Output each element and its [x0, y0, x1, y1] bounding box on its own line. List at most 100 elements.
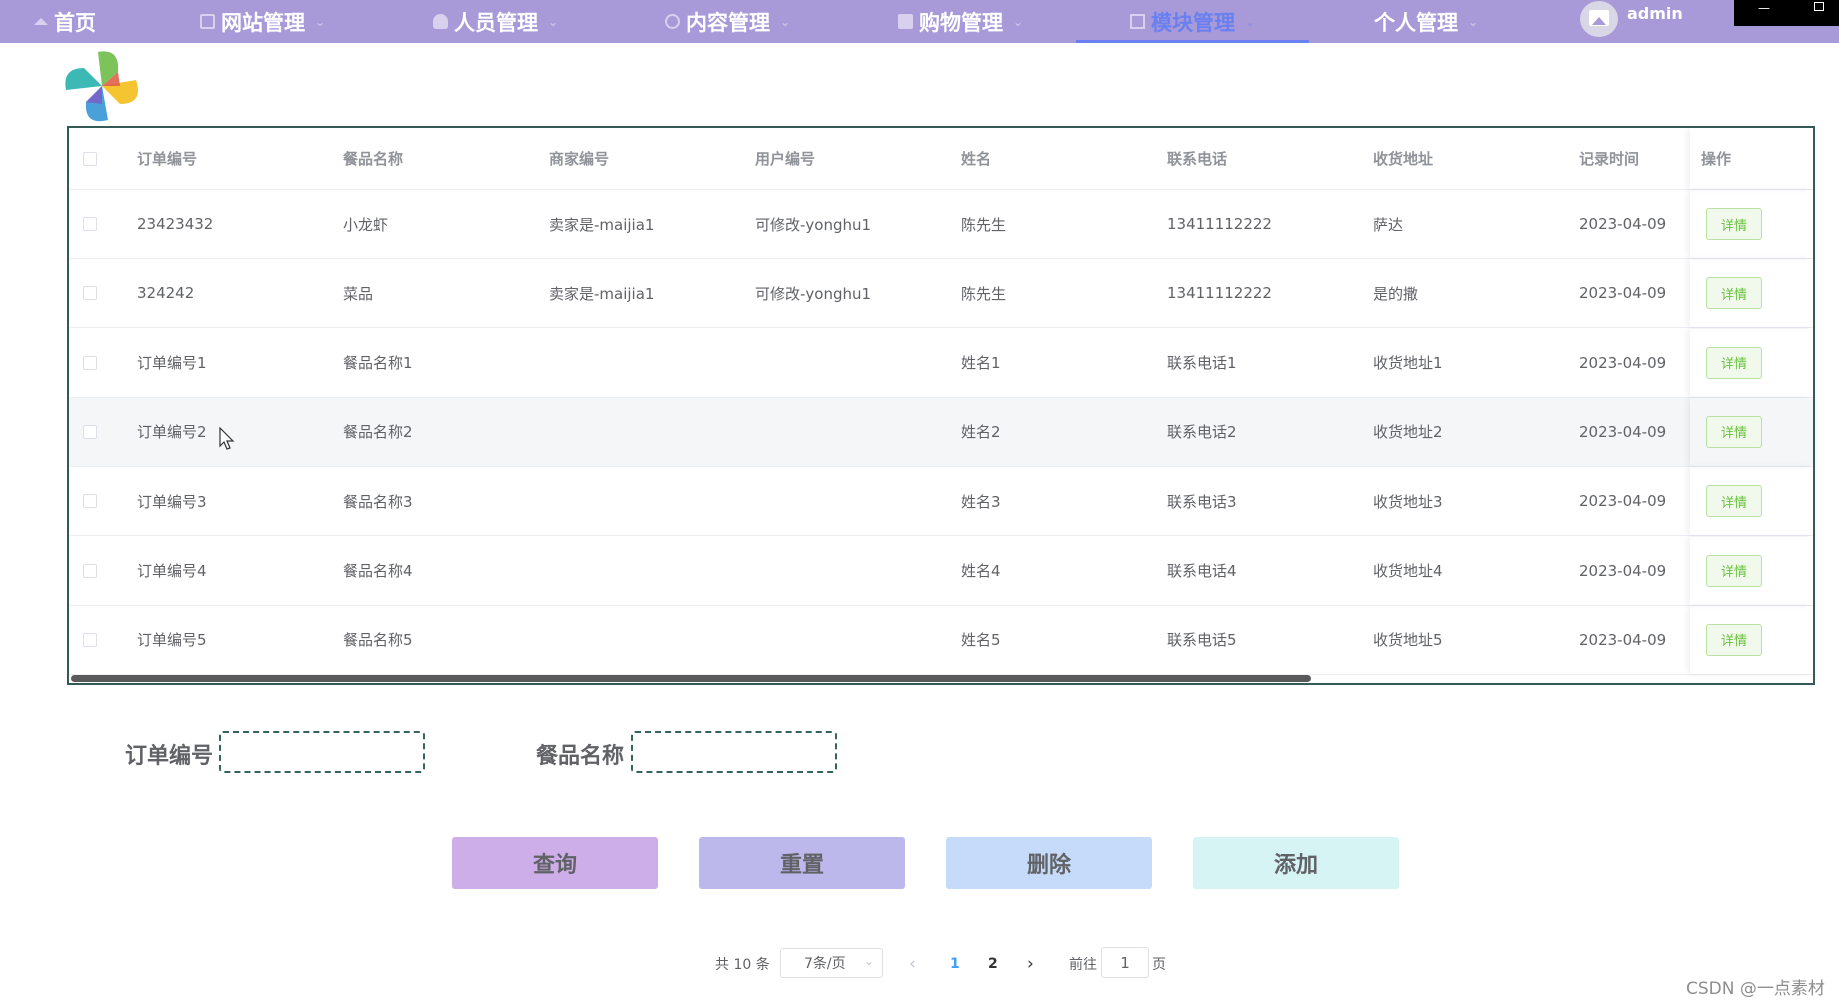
- table-row[interactable]: 订单编号4 餐品名称4 姓名4 联系电话4 收货地址4 2023-04-09 详情: [69, 537, 1813, 606]
- nav-item-shopping-management[interactable]: 购物管理 ⌄: [898, 0, 1023, 43]
- operation-cell: 详情: [1690, 259, 1813, 327]
- column-header-phone[interactable]: 联系电话: [1167, 128, 1227, 189]
- chat-icon: [665, 14, 680, 29]
- row-checkbox[interactable]: [83, 537, 97, 605]
- select-all-checkbox[interactable]: [83, 128, 97, 189]
- cell-record-time: 2023-04-09: [1579, 422, 1667, 441]
- table-row[interactable]: 订单编号1 餐品名称1 姓名1 联系电话1 收货地址1 2023-04-09 详情: [69, 329, 1813, 398]
- cell-phone: 联系电话2: [1167, 423, 1237, 442]
- detail-button-wrapper: 详情: [1706, 398, 1762, 466]
- page-size-select[interactable]: 7条/页 ⌄: [780, 948, 883, 978]
- cell-order-id: 订单编号1: [137, 354, 207, 373]
- nav-item-content-management[interactable]: 内容管理 ⌄: [665, 0, 790, 43]
- row-checkbox[interactable]: [83, 606, 97, 674]
- prev-page-icon[interactable]: ‹: [909, 950, 916, 978]
- monitor-icon: [200, 14, 215, 29]
- cell-order-id: 23423432: [137, 215, 214, 233]
- column-header-order-id[interactable]: 订单编号: [137, 128, 197, 189]
- cell-name: 姓名3: [961, 492, 1001, 511]
- orders-table: 订单编号 餐品名称 商家编号 用户编号 姓名 联系电话 收货地址 记录时间 操作…: [67, 126, 1815, 685]
- minimize-icon[interactable]: —: [1758, 1, 1770, 15]
- nav-item-personal-management[interactable]: 个人管理 ⌄: [1374, 0, 1478, 43]
- add-button[interactable]: 添加: [1193, 837, 1399, 889]
- user-icon: [433, 14, 448, 29]
- cell-meal-name: 餐品名称5: [343, 631, 413, 650]
- meal-name-input[interactable]: [631, 731, 837, 773]
- column-header-meal-name[interactable]: 餐品名称: [343, 128, 403, 189]
- goto-prefix: 前往: [1069, 957, 1097, 973]
- nav-item-module-management[interactable]: 模块管理 ⌄: [1076, 0, 1310, 43]
- order-id-label: 订单编号: [125, 744, 214, 769]
- cell-address: 萨达: [1373, 215, 1404, 234]
- nav-item-home[interactable]: 首页: [34, 0, 96, 43]
- cell-meal-name: 小龙虾: [343, 215, 389, 234]
- column-header-name[interactable]: 姓名: [961, 128, 991, 189]
- cell-name: 姓名4: [961, 562, 1001, 580]
- cell-phone: 联系电话3: [1167, 492, 1237, 511]
- row-checkbox[interactable]: [83, 398, 97, 466]
- cell-order-id: 订单编号3: [137, 492, 207, 511]
- row-checkbox[interactable]: [83, 329, 97, 397]
- reset-button[interactable]: 重置: [699, 837, 905, 889]
- maximize-icon[interactable]: [1814, 2, 1824, 11]
- delete-button[interactable]: 删除: [946, 837, 1152, 889]
- column-header-actions: 操作: [1701, 150, 1732, 168]
- table-row[interactable]: 订单编号3 餐品名称3 姓名3 联系电话3 收货地址3 2023-04-09 详情: [69, 467, 1813, 537]
- table-row[interactable]: 23423432 小龙虾 卖家是-maijia1 可修改-yonghu1 陈先生 1341…: [69, 190, 1813, 259]
- cell-phone: 联系电话5: [1167, 631, 1237, 650]
- table-row[interactable]: 324242 菜品 卖家是-maijia1 可修改-yonghu1 陈先生 1341111…: [69, 259, 1813, 329]
- table-row[interactable]: 订单编号5 餐品名称5 姓名5 联系电话5 收货地址5 2023-04-09 详情: [69, 606, 1813, 675]
- bag-icon: [898, 14, 913, 29]
- goto-page-input[interactable]: 1: [1101, 947, 1149, 978]
- column-header-merchant-id[interactable]: 商家编号: [549, 128, 609, 189]
- cell-order-id: 324242: [137, 284, 195, 303]
- cell-phone: 13411112222: [1167, 284, 1272, 303]
- detail-button-wrapper: 详情: [1706, 190, 1762, 258]
- operation-column: 操作: [1690, 128, 1813, 189]
- cell-address: 收货地址5: [1373, 631, 1443, 650]
- column-header-record-time[interactable]: 记录时间: [1579, 128, 1639, 189]
- detail-button[interactable]: 详情: [1706, 346, 1762, 379]
- detail-button[interactable]: 详情: [1706, 277, 1762, 310]
- page-number-current[interactable]: 1: [950, 950, 960, 978]
- cell-meal-name: 餐品名称2: [343, 423, 413, 442]
- nav-item-label: 内容管理: [686, 10, 770, 35]
- nav-item-label: 首页: [54, 10, 96, 35]
- nav-item-staff-management[interactable]: 人员管理 ⌄: [433, 0, 558, 43]
- column-header-address[interactable]: 收货地址: [1373, 128, 1433, 189]
- detail-button-wrapper: 详情: [1706, 537, 1762, 605]
- horizontal-scrollbar[interactable]: [71, 675, 1311, 682]
- detail-button[interactable]: 详情: [1706, 415, 1762, 448]
- cell-address: 是的撒: [1373, 284, 1419, 303]
- row-checkbox[interactable]: [83, 259, 97, 327]
- column-header-user-id[interactable]: 用户编号: [755, 128, 815, 189]
- chevron-down-icon: ⌄: [1468, 14, 1479, 29]
- avatar[interactable]: [1580, 1, 1618, 37]
- next-page-icon[interactable]: ›: [1027, 950, 1034, 978]
- detail-button[interactable]: 详情: [1706, 623, 1762, 656]
- cell-record-time: 2023-04-09: [1579, 561, 1667, 580]
- nav-item-label: 个人管理: [1374, 10, 1458, 35]
- user-name[interactable]: admin: [1627, 0, 1683, 28]
- page-number[interactable]: 2: [988, 950, 998, 978]
- order-id-input[interactable]: [219, 731, 425, 773]
- cell-meal-name: 餐品名称3: [343, 492, 413, 511]
- page-size-value: 7条/页: [804, 956, 846, 972]
- cell-order-id: 订单编号4: [137, 562, 207, 580]
- nav-item-site-management[interactable]: 网站管理 ⌄: [200, 0, 325, 43]
- chevron-down-icon: ⌄: [863, 954, 874, 968]
- table-row[interactable]: 订单编号2 餐品名称2 姓名2 联系电话2 收货地址2 2023-04-09 详情: [69, 397, 1813, 467]
- detail-button[interactable]: 详情: [1706, 554, 1762, 587]
- chevron-down-icon: ⌄: [1245, 14, 1256, 29]
- row-checkbox[interactable]: [83, 467, 97, 535]
- row-checkbox[interactable]: [83, 190, 97, 258]
- home-icon: [34, 18, 48, 25]
- detail-button[interactable]: 详情: [1706, 485, 1762, 518]
- chevron-down-icon: ⌄: [548, 14, 559, 29]
- cell-record-time: 2023-04-09: [1579, 215, 1667, 233]
- cell-record-time: 2023-04-09: [1579, 284, 1667, 303]
- detail-button[interactable]: 详情: [1706, 208, 1762, 240]
- cell-name: 姓名1: [961, 354, 1001, 373]
- cell-merchant-id: 卖家是-maijia1: [549, 215, 655, 234]
- query-button[interactable]: 查询: [452, 837, 658, 889]
